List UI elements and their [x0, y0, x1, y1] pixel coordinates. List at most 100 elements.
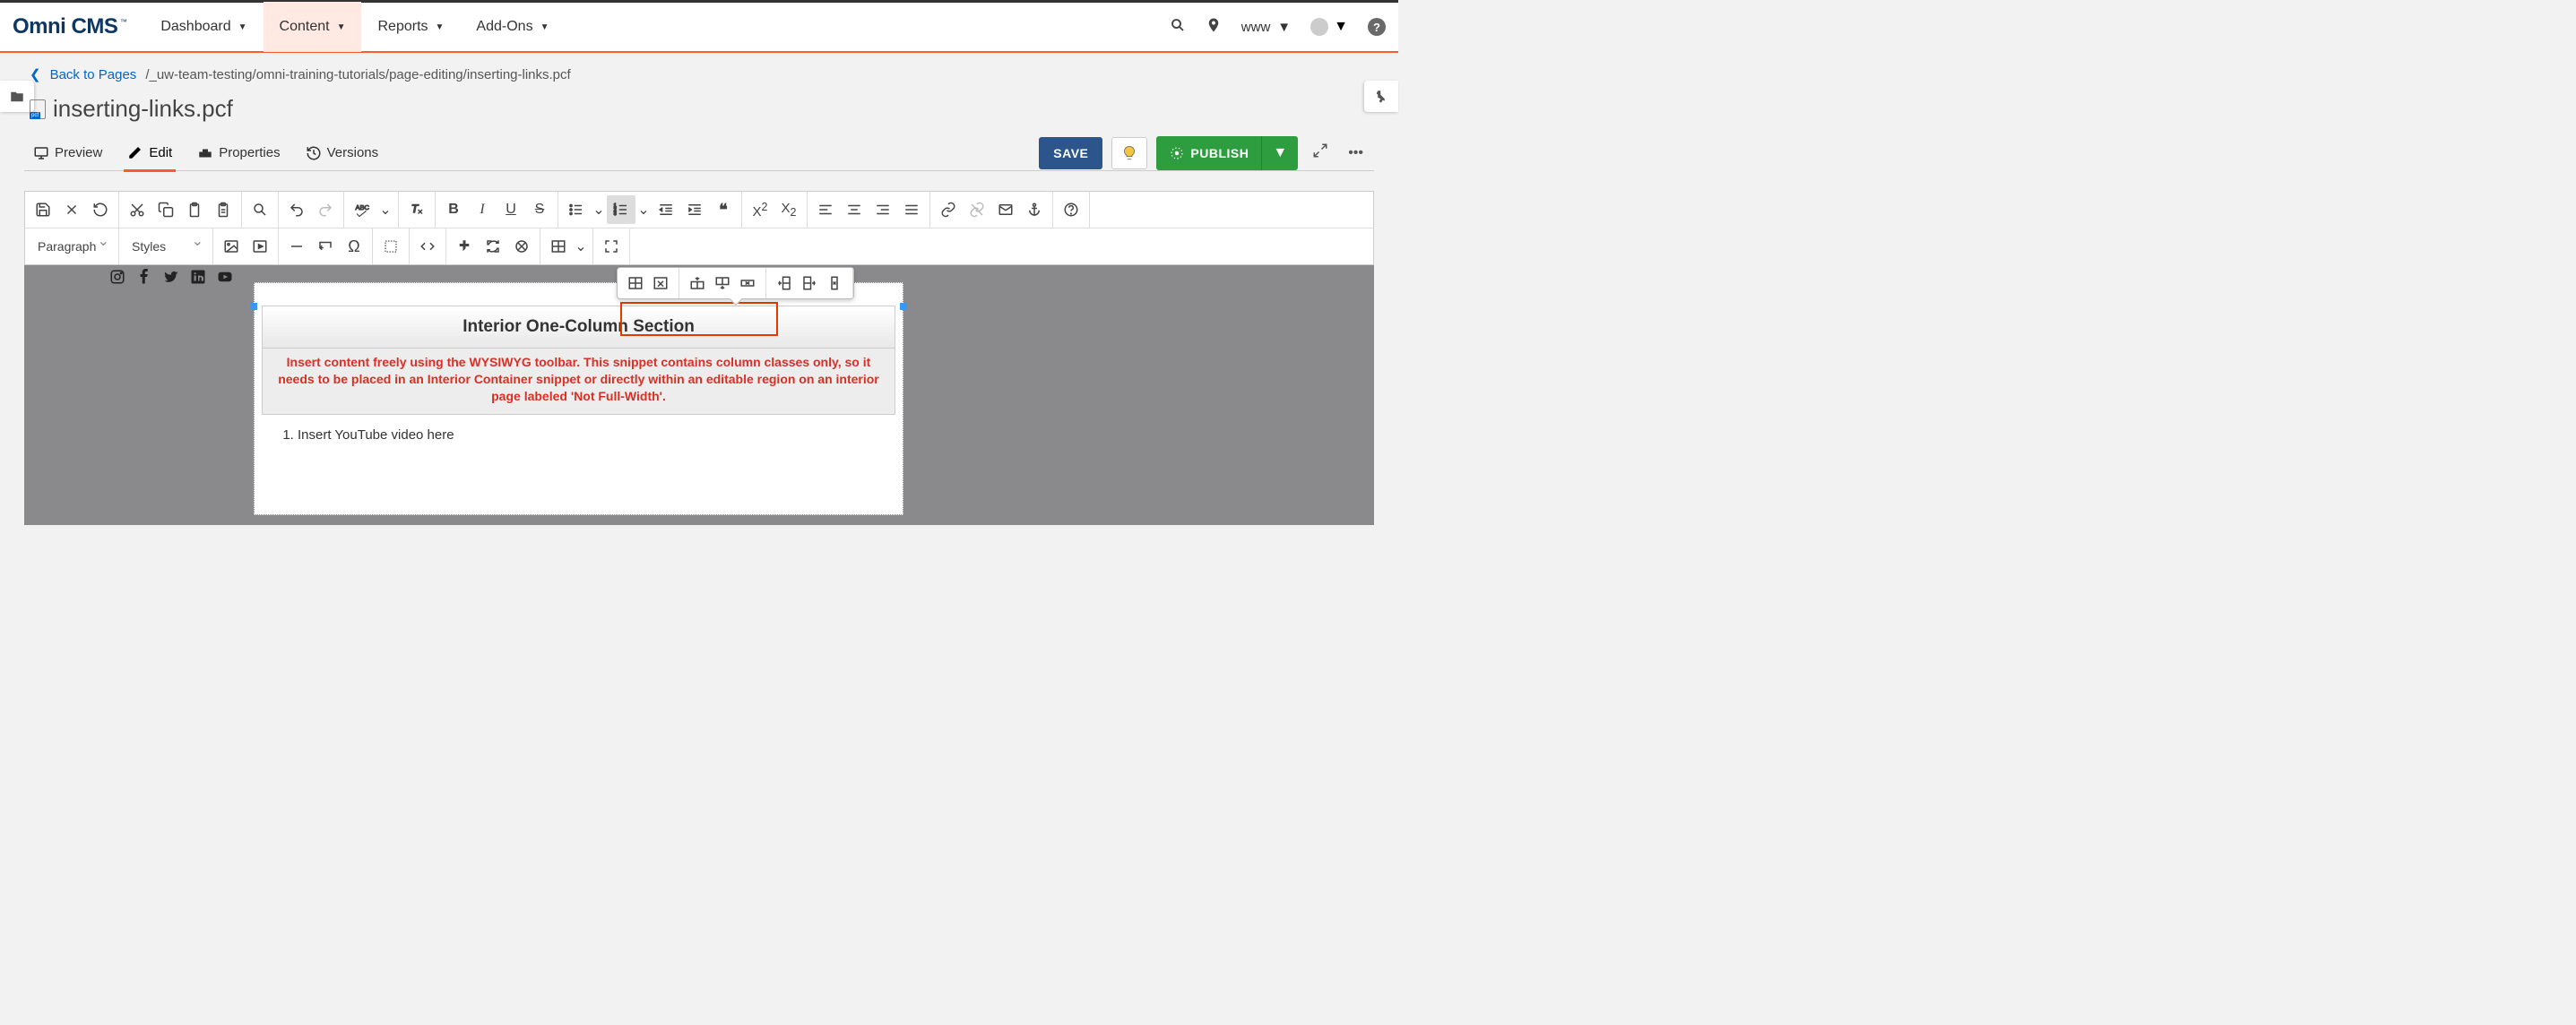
help-icon[interactable]: ? — [1368, 18, 1386, 36]
nav-addons[interactable]: Add-Ons▼ — [460, 2, 565, 52]
snippet-header[interactable]: Interior One-Column Section — [262, 306, 895, 349]
more-icon[interactable]: ••• — [1343, 140, 1369, 167]
tab-edit[interactable]: Edit — [124, 135, 176, 172]
delete-row-icon[interactable] — [735, 272, 760, 294]
facebook-icon[interactable] — [136, 267, 152, 290]
insert-col-after-icon[interactable] — [797, 272, 822, 294]
source-icon[interactable] — [413, 232, 442, 261]
nav-reports[interactable]: Reports▼ — [361, 2, 460, 52]
editor-canvas[interactable]: Interior One-Column Section Insert conte… — [24, 265, 1374, 525]
paragraph-select[interactable]: Paragraph — [29, 232, 122, 261]
table-properties-icon[interactable] — [623, 272, 648, 294]
snippet-icon[interactable] — [450, 232, 479, 261]
bullet-list-icon[interactable] — [562, 195, 591, 224]
delete-table-icon[interactable] — [648, 272, 673, 294]
mailto-icon[interactable] — [991, 195, 1020, 224]
help-toolbar-icon[interactable] — [1057, 195, 1085, 224]
image-icon[interactable] — [217, 232, 246, 261]
tab-properties[interactable]: Properties — [194, 136, 283, 170]
editable-region[interactable]: Interior One-Column Section Insert conte… — [254, 282, 903, 515]
unlink-icon[interactable] — [963, 195, 991, 224]
youtube-icon[interactable] — [217, 267, 233, 290]
insert-row-after-icon[interactable] — [710, 272, 735, 294]
brand-logo: Omni CMS™ — [13, 14, 117, 39]
user-menu[interactable]: ▼ — [1310, 18, 1348, 36]
linebreak-icon[interactable] — [311, 232, 340, 261]
form-icon[interactable] — [507, 232, 536, 261]
assets-icon[interactable] — [376, 232, 405, 261]
snippet-description: Insert content freely using the WYSIWYG … — [262, 349, 895, 415]
snippet-body[interactable]: Insert YouTube video here — [262, 415, 895, 455]
paste-icon[interactable] — [180, 195, 209, 224]
blockquote-icon[interactable]: ❝ — [709, 195, 738, 224]
insert-row-before-icon[interactable] — [685, 272, 710, 294]
linkedin-icon[interactable] — [190, 267, 206, 290]
nav-dashboard[interactable]: Dashboard▼ — [144, 2, 263, 52]
styles-select[interactable]: Styles — [123, 232, 192, 261]
list-item[interactable]: Insert YouTube video here — [298, 427, 876, 443]
subscript-icon[interactable]: X2 — [774, 195, 803, 224]
back-to-pages-link[interactable]: Back to Pages — [50, 67, 137, 82]
link-icon[interactable] — [934, 195, 963, 224]
save-button[interactable]: SAVE — [1039, 137, 1102, 169]
page-title: inserting-links.pcf — [24, 91, 1374, 135]
align-right-icon[interactable] — [869, 195, 897, 224]
delete-col-icon[interactable] — [822, 272, 847, 294]
chevron-down-icon: ▼ — [1334, 19, 1348, 35]
publish-dropdown[interactable]: ▼ — [1261, 136, 1298, 170]
site-selector[interactable]: www▼ — [1241, 20, 1291, 35]
dropdown-icon[interactable]: ⌄ — [376, 195, 394, 224]
find-icon[interactable] — [246, 195, 274, 224]
svg-text:3: 3 — [614, 211, 617, 217]
dropdown-icon[interactable]: ⌄ — [635, 195, 652, 224]
video-icon[interactable] — [246, 232, 274, 261]
chevron-down-icon: ▼ — [436, 22, 445, 32]
tab-versions[interactable]: Versions — [302, 136, 383, 170]
restore-icon[interactable] — [86, 195, 115, 224]
lightbulb-button[interactable] — [1111, 137, 1147, 169]
twitter-icon[interactable] — [163, 267, 179, 290]
undo-icon[interactable] — [282, 195, 311, 224]
expand-icon[interactable] — [1307, 137, 1334, 168]
resize-handle[interactable] — [900, 303, 907, 310]
superscript-icon[interactable]: X2 — [746, 195, 774, 224]
instagram-icon[interactable] — [109, 267, 125, 290]
spellcheck-icon[interactable]: ABC — [348, 195, 376, 224]
avatar-icon — [1310, 18, 1328, 36]
component-icon[interactable] — [479, 232, 507, 261]
bold-icon[interactable]: B — [439, 195, 468, 224]
pcf-file-icon — [30, 99, 46, 119]
align-justify-icon[interactable] — [897, 195, 926, 224]
copy-icon[interactable] — [151, 195, 180, 224]
number-list-icon[interactable]: 123 — [607, 195, 635, 224]
anchor-icon[interactable] — [1020, 195, 1049, 224]
italic-icon[interactable]: I — [468, 195, 497, 224]
special-char-icon[interactable]: Ω — [340, 232, 368, 261]
tab-preview[interactable]: Preview — [30, 136, 106, 170]
table-icon[interactable] — [544, 232, 573, 261]
hr-icon[interactable] — [282, 232, 311, 261]
outdent-icon[interactable] — [652, 195, 680, 224]
publish-button[interactable]: PUBLISH ▼ — [1156, 136, 1298, 170]
align-left-icon[interactable] — [811, 195, 840, 224]
resize-handle[interactable] — [250, 303, 257, 310]
save-icon[interactable] — [29, 195, 57, 224]
gadgets-toggle[interactable] — [1364, 81, 1398, 112]
paste-text-icon[interactable] — [209, 195, 238, 224]
nav-content[interactable]: Content▼ — [264, 2, 362, 52]
insert-col-before-icon[interactable] — [772, 272, 797, 294]
dropdown-icon[interactable]: ⌄ — [573, 232, 589, 261]
editor-toolbar: ABC ⌄ T B I U S ⌄ 123 ⌄ ❝ — [24, 191, 1374, 265]
redo-icon[interactable] — [311, 195, 340, 224]
underline-icon[interactable]: U — [497, 195, 525, 224]
location-icon[interactable] — [1206, 17, 1222, 38]
close-icon[interactable] — [57, 195, 86, 224]
strikethrough-icon[interactable]: S — [525, 195, 554, 224]
indent-icon[interactable] — [680, 195, 709, 224]
dropdown-icon[interactable]: ⌄ — [591, 195, 607, 224]
align-center-icon[interactable] — [840, 195, 869, 224]
fullscreen-icon[interactable] — [597, 232, 626, 261]
search-icon[interactable] — [1170, 17, 1186, 38]
clear-format-icon[interactable]: T — [402, 195, 431, 224]
cut-icon[interactable] — [123, 195, 151, 224]
